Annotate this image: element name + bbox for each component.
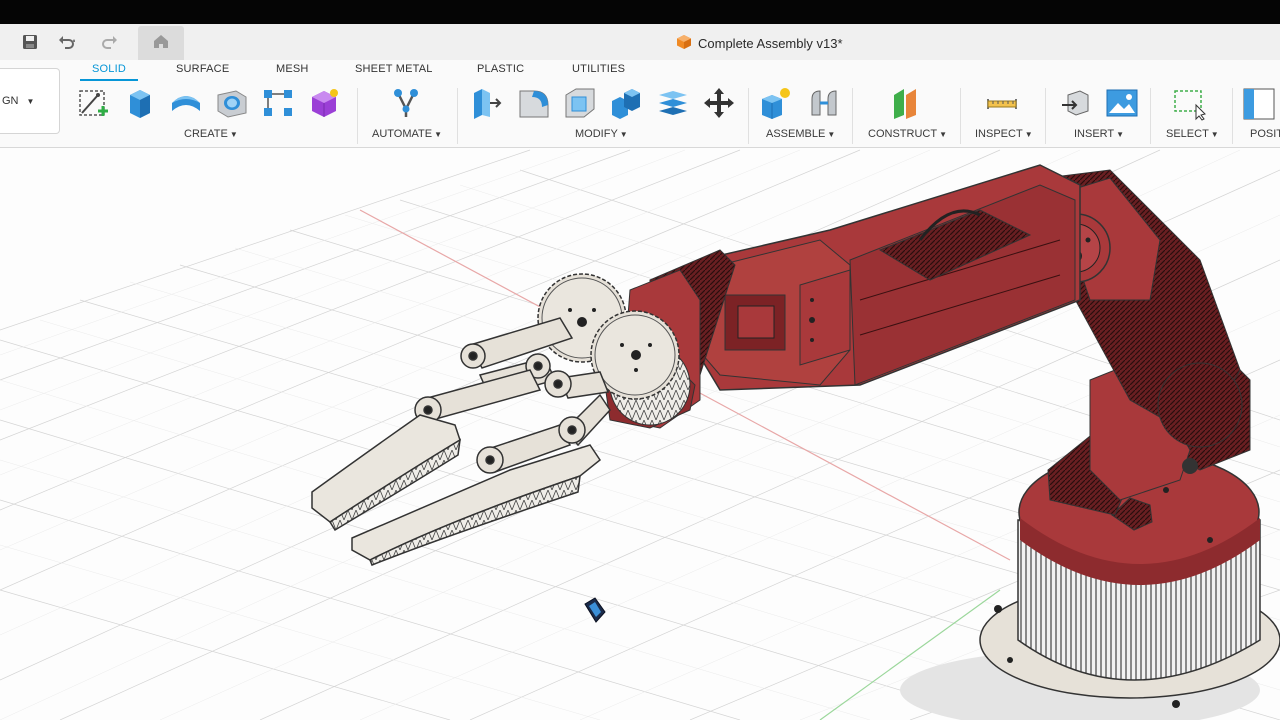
automate-icon[interactable]: [388, 84, 424, 122]
divider: [1045, 88, 1046, 144]
workspace-switcher[interactable]: GN ▼: [0, 68, 60, 134]
construct-plane-icon[interactable]: [888, 84, 924, 122]
create-group-label[interactable]: CREATE ▼: [184, 128, 238, 140]
tab-sheet-metal[interactable]: SHEET METAL: [355, 63, 433, 75]
robot-upper-arm[interactable]: [649, 164, 1081, 391]
divider: [357, 88, 358, 144]
select-icon[interactable]: [1172, 84, 1208, 122]
fillet-icon[interactable]: [516, 84, 552, 122]
active-tab-indicator: [80, 79, 138, 81]
assemble-group-label[interactable]: ASSEMBLE ▼: [766, 128, 835, 140]
insert-mesh-icon[interactable]: [1058, 84, 1094, 122]
offset-plane-icon[interactable]: [655, 84, 691, 122]
tab-surface[interactable]: SURFACE: [176, 63, 229, 75]
new-component-icon[interactable]: [758, 84, 794, 122]
document-title: Complete Assembly v13*: [676, 34, 843, 53]
redo-icon[interactable]: [98, 30, 122, 54]
undo-icon[interactable]: [54, 30, 78, 54]
modify-group-label[interactable]: MODIFY ▼: [575, 128, 628, 140]
3d-viewport[interactable]: [0, 148, 1280, 720]
combine-icon[interactable]: [608, 84, 644, 122]
insert-image-icon[interactable]: [1104, 84, 1140, 122]
revolve-icon[interactable]: [168, 84, 204, 122]
ribbon-toolbar: GN ▼ SOLID SURFACE MESH SHEET METAL PLAS…: [0, 60, 1280, 148]
move-icon[interactable]: [701, 84, 737, 122]
automate-group-label[interactable]: AUTOMATE ▼: [372, 128, 442, 140]
measure-icon[interactable]: [984, 84, 1020, 122]
home-tab[interactable]: [138, 26, 184, 60]
document-title-text: Complete Assembly v13*: [698, 36, 843, 51]
shell-icon[interactable]: [562, 84, 598, 122]
hole-icon[interactable]: [214, 84, 250, 122]
position-group-label[interactable]: POSIT: [1250, 128, 1280, 140]
tab-mesh[interactable]: MESH: [276, 63, 309, 75]
joint-icon[interactable]: [806, 84, 842, 122]
save-icon[interactable]: [18, 30, 42, 54]
construct-group-label[interactable]: CONSTRUCT ▼: [868, 128, 947, 140]
inspect-group-label[interactable]: INSPECT ▼: [975, 128, 1033, 140]
press-pull-icon[interactable]: [468, 84, 504, 122]
divider: [1232, 88, 1233, 144]
viewport-canvas[interactable]: [0, 148, 1280, 720]
home-icon: [152, 32, 170, 55]
title-bar: Complete Assembly v13*: [0, 24, 1280, 60]
divider: [748, 88, 749, 144]
workspace-label: GN: [2, 95, 19, 107]
tab-plastic[interactable]: PLASTIC: [477, 63, 524, 75]
extrude-icon[interactable]: [122, 84, 158, 122]
divider: [852, 88, 853, 144]
rectangular-pattern-icon[interactable]: [260, 84, 296, 122]
document-cube-icon: [676, 34, 692, 53]
create-sketch-icon[interactable]: [76, 84, 112, 122]
tab-utilities[interactable]: UTILITIES: [572, 63, 625, 75]
divider: [457, 88, 458, 144]
position-icon[interactable]: [1242, 84, 1278, 122]
divider: [960, 88, 961, 144]
divider: [1150, 88, 1151, 144]
chevron-down-icon: ▼: [26, 96, 35, 106]
form-icon[interactable]: [306, 84, 342, 122]
insert-group-label[interactable]: INSERT ▼: [1074, 128, 1124, 140]
tab-solid[interactable]: SOLID: [92, 63, 126, 75]
select-group-label[interactable]: SELECT ▼: [1166, 128, 1219, 140]
screen-top-bar: [0, 0, 1280, 24]
